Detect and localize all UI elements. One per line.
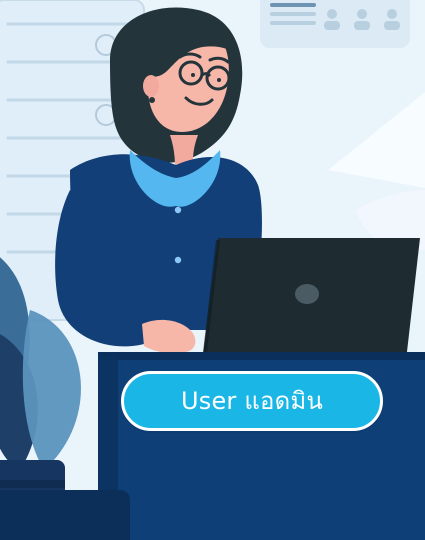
illustration-woman-at-laptop	[0, 0, 425, 540]
user-admin-button[interactable]: User แอดมิน	[121, 371, 383, 431]
top-panel	[260, 0, 410, 48]
admin-card: User แอดมิน	[0, 0, 425, 540]
